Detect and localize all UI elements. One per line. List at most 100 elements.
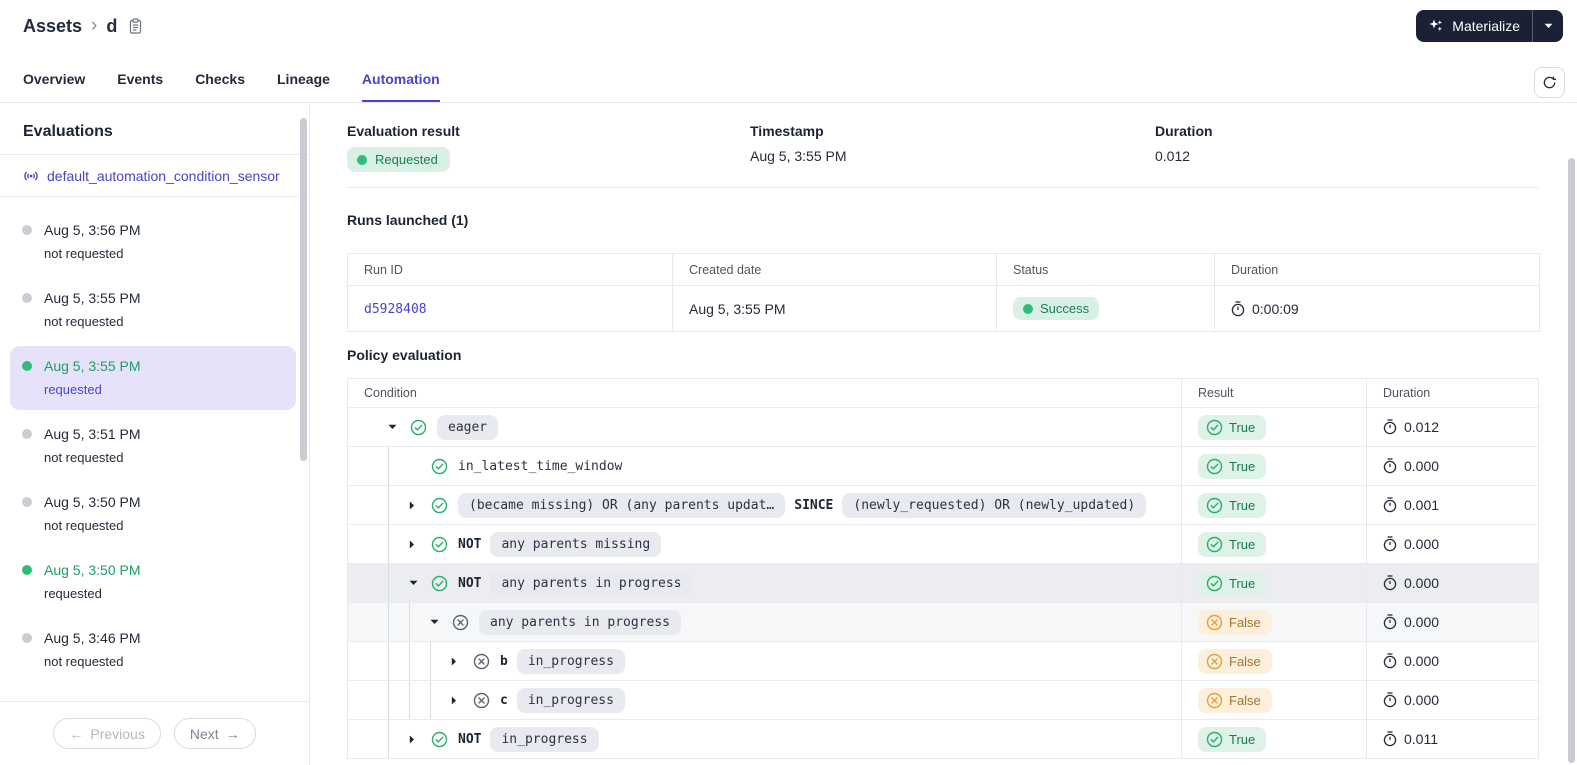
caret-right-icon[interactable] [409,501,431,510]
policy-column-result: Result [1181,379,1366,407]
condition-cell: NOT any parents missing [348,525,1181,563]
arrow-right-icon: → [225,725,240,742]
status-dot-icon [22,633,32,643]
stopwatch-icon [1383,653,1397,669]
condition-chip: (newly_requested) OR (newly_updated) [842,492,1147,518]
evaluation-list-item[interactable]: Aug 5, 3:51 PM not requested [10,414,296,478]
x-circle-icon [473,692,491,709]
chevron-down-icon [1544,23,1552,28]
indent-guide [388,486,409,524]
pagination: ← Previous Next → [0,701,309,765]
runs-column-duration: Duration [1214,253,1540,286]
evaluation-summary: Evaluation result Requested Timestamp Au… [347,123,1539,172]
tab-lineage[interactable]: Lineage [277,56,330,102]
condition-text: in_latest_time_window [458,458,623,474]
stopwatch-icon [1383,419,1397,435]
breadcrumb-assets-link[interactable]: Assets [23,16,82,37]
duration-cell: 0.011 [1366,720,1538,758]
tab-overview[interactable]: Overview [23,56,85,102]
condition-keyword: SINCE [794,497,834,513]
evaluation-list-item[interactable]: Aug 5, 3:45 PM [10,686,296,700]
condition-cell: eager [348,408,1181,446]
policy-row[interactable]: eager True 0.012 [348,408,1538,447]
condition-cell: (became missing) OR (any parents updat… S… [348,486,1181,524]
stopwatch-icon [1383,692,1397,708]
status-dot-icon [22,429,32,439]
evaluation-list-item[interactable]: Aug 5, 3:50 PM not requested [10,482,296,546]
policy-row[interactable]: in_latest_time_window True 0.000 [348,447,1538,486]
duration-cell: 0.000 [1366,681,1538,719]
check-circle-icon [1206,575,1223,592]
x-circle-icon [1206,653,1223,670]
policy-row[interactable]: any parents in progress False 0.000 [348,603,1538,642]
condition-chip: eager [437,414,499,440]
policy-row[interactable]: b in_progress False 0.000 [348,642,1538,681]
status-dot-icon [1023,303,1033,314]
tab-automation[interactable]: Automation [361,56,440,102]
result-badge: False [1198,648,1272,674]
main-scrollbar[interactable] [1568,158,1575,763]
result-cell: False [1181,681,1366,719]
condition-chip: any parents missing [490,531,662,557]
indent-guide [409,603,430,641]
duration-cell: 0.000 [1366,642,1538,680]
policy-row[interactable]: c in_progress False 0.000 [348,681,1538,720]
policy-row[interactable]: (became missing) OR (any parents updat… S… [348,486,1538,525]
condition-chip: (became missing) OR (any parents updat… [458,492,786,518]
sidebar-title: Evaluations [0,104,309,155]
materialize-dropdown-button[interactable] [1533,10,1563,42]
duration-cell: 0.001 [1366,486,1538,524]
runs-column-run-id: Run ID [347,253,673,286]
x-circle-icon [1206,692,1223,709]
result-badge: False [1198,609,1272,635]
result-badge: True [1198,492,1267,518]
evaluation-state: not requested [44,246,124,261]
policy-row[interactable]: NOT in_progress True 0.011 [348,720,1538,759]
check-circle-icon [1206,731,1223,748]
evaluation-list-item[interactable]: Aug 5, 3:50 PM requested [10,550,296,614]
condition-chip: in_progress [516,648,625,674]
caret-right-icon[interactable] [409,735,431,744]
condition-chip: in_progress [490,726,599,752]
evaluation-list-item[interactable]: Aug 5, 3:46 PM not requested [10,618,296,682]
evaluation-list: Aug 5, 3:56 PM not requested Aug 5, 3:55 P… [0,201,309,700]
copy-icon[interactable] [128,17,143,35]
sidebar-scrollbar[interactable] [300,118,307,461]
asset-name: d [106,15,118,36]
evaluation-list-item[interactable]: Aug 5, 3:55 PM not requested [10,278,296,342]
caret-right-icon[interactable] [409,540,431,549]
sensor-link[interactable]: default_automation_condition_sensor [47,168,280,184]
result-cell: True [1181,720,1366,758]
tab-bar: Overview Events Checks Lineage Automation [0,56,1577,103]
materialize-label: Materialize [1452,18,1520,34]
evaluation-list-item[interactable]: Aug 5, 3:56 PM not requested [10,210,296,274]
indent-guide [388,525,409,563]
status-dot-icon [22,497,32,507]
result-badge: True [1198,726,1267,752]
refresh-button[interactable] [1534,67,1565,98]
caret-down-icon[interactable] [409,580,431,586]
check-circle-icon [431,497,449,514]
caret-right-icon[interactable] [451,657,473,666]
run-row: d5928408 Aug 5, 3:55 PM Success 0:00:09 [347,285,1540,332]
run-id-link[interactable]: d5928408 [364,302,427,317]
tab-checks[interactable]: Checks [195,56,245,102]
caret-down-icon[interactable] [388,424,410,430]
materialize-button[interactable]: Materialize [1416,10,1532,42]
evaluation-list-item[interactable]: Aug 5, 3:55 PM requested [10,346,296,410]
check-circle-icon [1206,497,1223,514]
condition-cell: NOT any parents in progress [348,564,1181,602]
condition-keyword: c [500,692,508,708]
result-cell: False [1181,603,1366,641]
status-dot-icon [22,225,32,235]
duration-cell: 0.000 [1366,564,1538,602]
caret-down-icon[interactable] [430,619,452,625]
result-cell: True [1181,447,1366,485]
caret-right-icon[interactable] [451,696,473,705]
previous-button[interactable]: ← Previous [53,718,161,749]
tab-events[interactable]: Events [117,56,163,102]
condition-keyword: NOT [458,575,482,591]
policy-row[interactable]: NOT any parents in progress True 0.000 [348,564,1538,603]
next-button[interactable]: Next → [173,718,256,749]
policy-row[interactable]: NOT any parents missing True 0.000 [348,525,1538,564]
